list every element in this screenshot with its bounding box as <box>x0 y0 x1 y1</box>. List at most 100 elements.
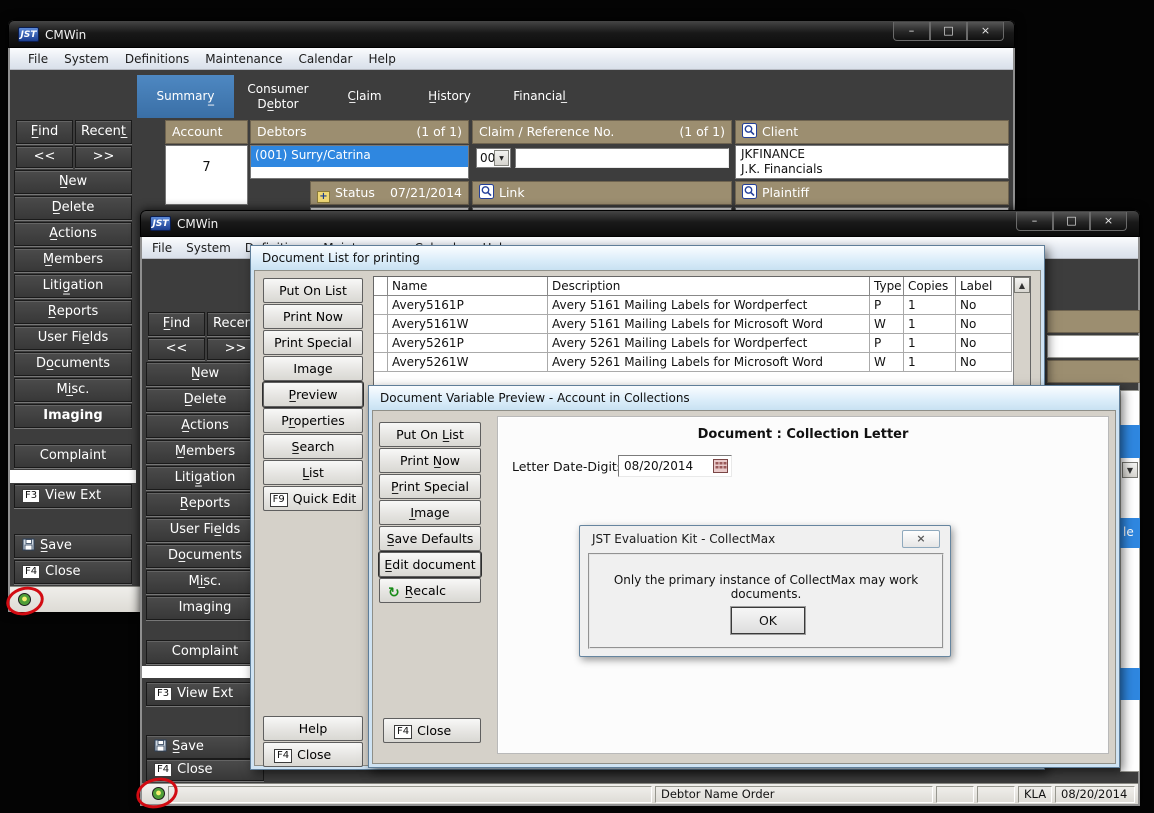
menu-calendar[interactable]: Calendar <box>298 52 352 66</box>
menu-system[interactable]: System <box>64 52 109 66</box>
cell-type[interactable]: W <box>870 315 904 334</box>
doc-list-close-button[interactable]: F4Close <box>263 742 363 767</box>
quick-edit-button[interactable]: F9Quick Edit <box>263 486 363 511</box>
cell-copies[interactable]: 1 <box>904 353 956 372</box>
properties-button[interactable]: Pr̲operties <box>263 408 363 433</box>
save-defaults-button[interactable]: S̲ave Defaults <box>379 526 481 551</box>
sidebar-item-delete[interactable]: D̲elete <box>14 196 132 220</box>
cell-name[interactable]: Avery5261W <box>388 353 548 372</box>
search-button[interactable]: S̲earch <box>263 434 363 459</box>
preview-image-button[interactable]: I̲mage <box>379 500 481 525</box>
scroll-up-icon[interactable]: ▲ <box>1014 277 1030 293</box>
find-button-2[interactable]: F̲ind <box>148 312 205 336</box>
calendar-icon[interactable] <box>713 459 728 479</box>
sidebar2-item-imaging[interactable]: Imaging <box>146 596 264 620</box>
ok-button[interactable]: OK <box>731 607 805 634</box>
next-button[interactable]: >> <box>75 146 132 168</box>
letter-date-input[interactable]: 08/20/2014 <box>618 455 732 477</box>
tab-summary[interactable]: Summary̲ <box>137 75 234 118</box>
view-ext-button-2[interactable]: F3View Ext <box>146 682 264 706</box>
link-lookup-icon[interactable] <box>479 184 494 205</box>
prev-button-2[interactable]: << <box>148 338 205 360</box>
cell-copies[interactable]: 1 <box>904 334 956 353</box>
sidebar-item-new[interactable]: N̲ew <box>14 170 132 194</box>
tab-consumer-debtor[interactable]: Consumer De̲btor <box>234 75 322 118</box>
sidebar2-item-user-fields[interactable]: User Fie̲lds <box>146 518 264 542</box>
tab-financial[interactable]: Financial̲ <box>492 75 587 118</box>
cell-label[interactable]: No <box>956 353 1012 372</box>
cell-type[interactable]: W <box>870 353 904 372</box>
sidebar-item-user-fields[interactable]: User Fie̲lds <box>14 326 132 350</box>
sidebar-item-reports[interactable]: R̲eports <box>14 300 132 324</box>
sidebar-item-members[interactable]: M̲embers <box>14 248 132 272</box>
sidebar2-item-misc[interactable]: Mi̲sc. <box>146 570 264 594</box>
recent-button[interactable]: Recent̲ <box>75 120 132 144</box>
second-window-titlebar[interactable]: JST CMWin – □ × <box>140 210 1140 237</box>
table-row[interactable]: Avery5261P Avery 5261 Mailing Labels for… <box>374 334 1030 353</box>
cell-description[interactable]: Avery 5161 Mailing Labels for Microsoft … <box>548 315 870 334</box>
sidebar-item-litigation[interactable]: Litig̲ation <box>14 274 132 298</box>
column-header-label[interactable]: Label <box>956 277 1012 296</box>
cell-label[interactable]: No <box>956 296 1012 315</box>
image-button[interactable]: Image <box>263 356 363 381</box>
close-button-main[interactable]: F4Close <box>14 560 132 584</box>
sidebar2-item-actions[interactable]: A̲ctions <box>146 414 264 438</box>
list-button[interactable]: L̲ist <box>263 460 363 485</box>
sidebar2-item-members[interactable]: M̲embers <box>146 440 264 464</box>
sidebar2-item-documents[interactable]: Do̲cuments <box>146 544 264 568</box>
sidebar2-item-litigation[interactable]: Litig̲ation <box>146 466 264 490</box>
document-list-title[interactable]: Document List for printing <box>251 246 1044 270</box>
claim-sequence-combo[interactable]: 001 ▼ <box>476 148 511 168</box>
preview-close-button[interactable]: F4Close <box>383 718 481 743</box>
column-header-copies[interactable]: Copies <box>904 277 956 296</box>
main-window-titlebar[interactable]: JST CMWin – □ × <box>8 20 1015 48</box>
menu-file-2[interactable]: File <box>152 241 172 255</box>
column-header-type[interactable]: Type <box>870 277 904 296</box>
sidebar2-item-delete[interactable]: D̲elete <box>146 388 264 412</box>
chevron-down-icon[interactable]: ▼ <box>494 150 509 166</box>
sidebar2-item-new[interactable]: N̲ew <box>146 362 264 386</box>
debtor-selected-row[interactable]: (001) Surry/Catrina <box>251 146 468 167</box>
sidebar-item-complaint[interactable]: Complaint <box>14 444 132 468</box>
cell-type[interactable]: P <box>870 296 904 315</box>
client-lookup-icon[interactable] <box>742 123 757 144</box>
tab-history[interactable]: H̲istory <box>407 75 492 118</box>
minimize-icon-2[interactable]: – <box>1016 212 1053 231</box>
cell-copies[interactable]: 1 <box>904 296 956 315</box>
sidebar-item-imaging[interactable]: Imaging <box>14 404 132 428</box>
column-header-description[interactable]: Description <box>548 277 870 296</box>
put-on-list-button[interactable]: Put On List <box>263 278 363 303</box>
menu-definitions[interactable]: Definitions <box>125 52 189 66</box>
preview-put-on-list-button[interactable]: Put On L̲ist <box>379 422 481 447</box>
maximize-icon[interactable]: □ <box>930 22 967 41</box>
print-special-button[interactable]: Print Special <box>263 330 363 355</box>
tab-claim[interactable]: C̲laim <box>322 75 407 118</box>
menu-file[interactable]: File <box>28 52 48 66</box>
save-button[interactable]: S̲ave <box>14 534 132 558</box>
table-row[interactable]: Avery5161W Avery 5161 Mailing Labels for… <box>374 315 1030 334</box>
minimize-icon[interactable]: – <box>893 22 930 41</box>
preview-print-now-button[interactable]: Print N̲ow <box>379 448 481 473</box>
menu-maintenance[interactable]: Maintenance <box>205 52 282 66</box>
partial-dropdown-icon[interactable]: ▼ <box>1122 462 1138 478</box>
cell-label[interactable]: No <box>956 315 1012 334</box>
cell-label[interactable]: No <box>956 334 1012 353</box>
find-button[interactable]: F̲ind <box>16 120 73 144</box>
prev-button[interactable]: << <box>16 146 73 168</box>
message-box-title[interactable]: JST Evaluation Kit - CollectMax <box>592 532 775 546</box>
sidebar2-item-complaint[interactable]: Complaint <box>146 640 264 664</box>
view-ext-button[interactable]: F3View Ext <box>14 484 132 508</box>
cell-name[interactable]: Avery5161W <box>388 315 548 334</box>
preview-print-special-button[interactable]: P̲rint Special <box>379 474 481 499</box>
help-button[interactable]: Help <box>263 716 363 741</box>
print-now-button[interactable]: Print Now <box>263 304 363 329</box>
close-icon[interactable]: × <box>967 22 1004 41</box>
sidebar-item-documents[interactable]: Do̲cuments <box>14 352 132 376</box>
cell-description[interactable]: Avery 5161 Mailing Labels for Wordperfec… <box>548 296 870 315</box>
message-close-icon[interactable]: × <box>902 530 940 548</box>
cell-copies[interactable]: 1 <box>904 315 956 334</box>
cell-description[interactable]: Avery 5261 Mailing Labels for Microsoft … <box>548 353 870 372</box>
maximize-icon-2[interactable]: □ <box>1053 212 1090 231</box>
menu-help[interactable]: Help <box>368 52 395 66</box>
close-icon-2[interactable]: × <box>1090 212 1127 231</box>
